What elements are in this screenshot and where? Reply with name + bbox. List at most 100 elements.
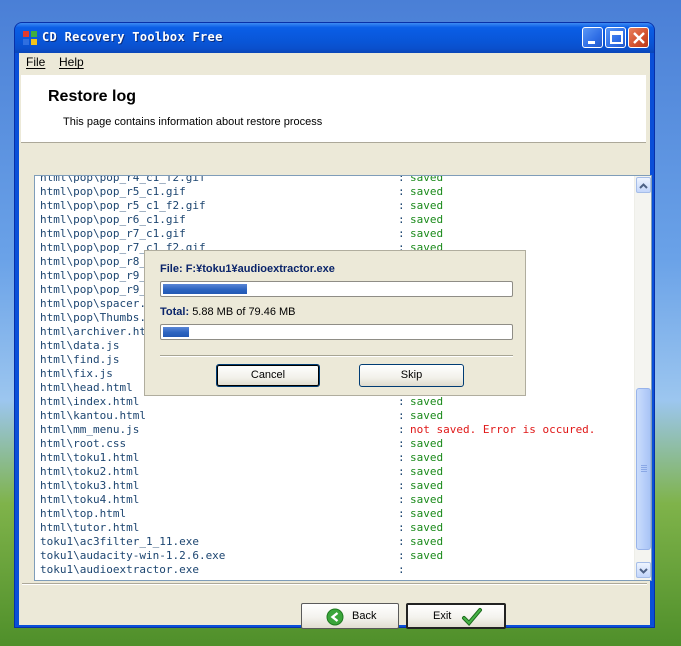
log-separator: : bbox=[398, 395, 405, 408]
log-file-path: html\toku3.html bbox=[40, 479, 140, 492]
menu-bar: File Help bbox=[19, 53, 650, 73]
back-arrow-icon bbox=[326, 608, 344, 626]
scroll-thumb[interactable] bbox=[636, 388, 651, 550]
log-status-saved: saved bbox=[410, 451, 444, 464]
log-file-path: html\find.js bbox=[40, 353, 120, 366]
log-file-path: html\toku4.html bbox=[40, 493, 140, 506]
log-status-saved: saved bbox=[410, 479, 444, 492]
log-separator: : bbox=[398, 549, 405, 562]
total-value: 5.88 MB of 79.46 MB bbox=[192, 306, 296, 318]
log-status-saved: saved bbox=[410, 549, 444, 562]
log-separator: : bbox=[398, 423, 405, 436]
log-file-path: toku1\audacity-win-1.2.6.exe bbox=[40, 549, 226, 562]
back-button[interactable]: Back bbox=[301, 603, 399, 629]
total-progress-fill bbox=[163, 327, 189, 337]
file-label: File: bbox=[160, 263, 183, 275]
log-status-saved: saved bbox=[410, 227, 444, 240]
log-file-path: html\pop\Thumbs.db bbox=[40, 311, 160, 324]
log-status-saved: saved bbox=[410, 507, 444, 520]
log-separator: : bbox=[398, 521, 405, 534]
page-header: Restore log This page contains informati… bbox=[21, 75, 646, 143]
log-file-path: html\data.js bbox=[40, 339, 120, 352]
close-button[interactable] bbox=[628, 27, 649, 48]
close-icon bbox=[633, 32, 645, 44]
minimize-icon bbox=[588, 41, 595, 44]
exit-label: Exit bbox=[433, 610, 452, 622]
log-separator: : bbox=[398, 199, 405, 212]
log-separator: : bbox=[398, 213, 405, 226]
log-file-path: html\mm_menu.js bbox=[40, 423, 140, 436]
page-subtitle: This page contains information about res… bbox=[63, 116, 323, 128]
log-separator: : bbox=[398, 535, 405, 548]
log-file-path: html\pop\pop_r5_c1.gif bbox=[40, 185, 186, 198]
log-separator: : bbox=[398, 507, 405, 520]
log-status-error: not saved. Error is occured. bbox=[410, 423, 596, 436]
total-progress-bar bbox=[160, 324, 513, 340]
log-file-path: html\index.html bbox=[40, 395, 140, 408]
bottom-divider bbox=[22, 583, 647, 585]
log-separator: : bbox=[398, 563, 405, 576]
log-file-path: toku1\audioextractor.exe bbox=[40, 563, 199, 576]
minimize-button[interactable] bbox=[582, 27, 603, 48]
cancel-button[interactable]: Cancel bbox=[216, 364, 320, 387]
log-file-path: html\kantou.html bbox=[40, 409, 146, 422]
scroll-down-button[interactable] bbox=[636, 562, 651, 578]
log-separator: : bbox=[398, 175, 405, 184]
file-progress-text: File: F:¥toku1¥audioextractor.exe bbox=[160, 263, 335, 275]
chevron-up-icon bbox=[639, 183, 648, 189]
menu-help[interactable]: Help bbox=[59, 55, 84, 69]
log-file-path: html\archiver.html bbox=[40, 325, 160, 338]
log-file-path: html\pop\pop_r4_c1_f2.gif bbox=[40, 175, 206, 184]
log-scrollbar[interactable] bbox=[634, 176, 651, 580]
skip-button[interactable]: Skip bbox=[359, 364, 464, 387]
log-file-path: html\pop\pop_r5_c1_f2.gif bbox=[40, 199, 206, 212]
progress-dialog: File: F:¥toku1¥audioextractor.exe Total:… bbox=[144, 250, 526, 396]
log-status-saved: saved bbox=[410, 395, 444, 408]
log-file-path: html\toku2.html bbox=[40, 465, 140, 478]
window-title: CD Recovery Toolbox Free bbox=[42, 30, 223, 44]
log-file-path: html\top.html bbox=[40, 507, 127, 520]
log-separator: : bbox=[398, 227, 405, 240]
chevron-down-icon bbox=[639, 568, 648, 574]
log-file-path: toku1\ac3filter_1_11.exe bbox=[40, 535, 199, 548]
title-bar[interactable]: CD Recovery Toolbox Free bbox=[15, 23, 654, 53]
file-progress-bar bbox=[160, 281, 513, 297]
log-separator: : bbox=[398, 409, 405, 422]
log-separator: : bbox=[398, 493, 405, 506]
log-status-saved: saved bbox=[410, 521, 444, 534]
log-file-path: html\tutor.html bbox=[40, 521, 140, 534]
log-status-saved: saved bbox=[410, 185, 444, 198]
app-icon bbox=[23, 31, 37, 45]
exit-button[interactable]: Exit bbox=[406, 603, 506, 629]
checkmark-icon bbox=[462, 608, 482, 626]
file-value: F:¥toku1¥audioextractor.exe bbox=[185, 263, 335, 275]
log-status-saved: saved bbox=[410, 535, 444, 548]
back-label: Back bbox=[352, 610, 377, 622]
maximize-icon bbox=[610, 31, 623, 44]
total-label: Total: bbox=[160, 306, 190, 318]
page-title: Restore log bbox=[48, 88, 137, 105]
log-file-path: html\pop\pop_r7_c1.gif bbox=[40, 227, 186, 240]
log-file-path: html\head.html bbox=[40, 381, 133, 394]
log-file-path: html\root.css bbox=[40, 437, 127, 450]
log-separator: : bbox=[398, 185, 405, 198]
log-status-saved: saved bbox=[410, 175, 444, 184]
log-file-path: html\fix.js bbox=[40, 367, 113, 380]
log-status-saved: saved bbox=[410, 199, 444, 212]
maximize-button[interactable] bbox=[605, 27, 626, 48]
log-status-saved: saved bbox=[410, 213, 444, 226]
log-separator: : bbox=[398, 437, 405, 450]
log-status-saved: saved bbox=[410, 465, 444, 478]
menu-file[interactable]: File bbox=[26, 55, 45, 69]
log-file-path: html\pop\pop_r6_c1.gif bbox=[40, 213, 186, 226]
log-separator: : bbox=[398, 465, 405, 478]
total-progress-text: Total: 5.88 MB of 79.46 MB bbox=[160, 306, 296, 318]
scroll-up-button[interactable] bbox=[636, 177, 651, 193]
file-progress-fill bbox=[163, 284, 247, 294]
dialog-divider bbox=[160, 355, 513, 357]
log-status-saved: saved bbox=[410, 437, 444, 450]
log-status-saved: saved bbox=[410, 493, 444, 506]
log-separator: : bbox=[398, 479, 405, 492]
log-separator: : bbox=[398, 451, 405, 464]
log-status-saved: saved bbox=[410, 409, 444, 422]
